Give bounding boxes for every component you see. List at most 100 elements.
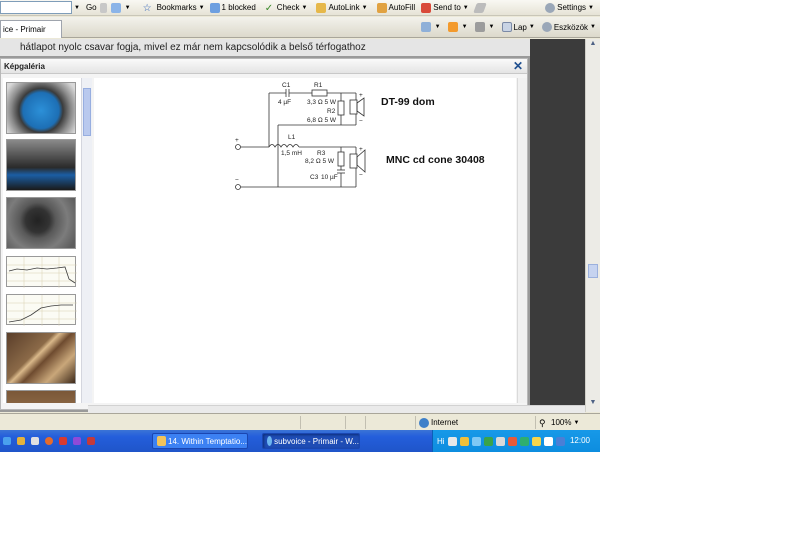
internet-zone[interactable]: Internet: [415, 416, 527, 429]
highlighter-icon[interactable]: [472, 2, 487, 13]
gear-icon: [545, 2, 556, 13]
input-minus-label: −: [235, 177, 239, 184]
tweeter-plus-label: +: [359, 92, 363, 99]
thumbnail-dome-tweeter[interactable]: [6, 197, 76, 249]
autolink-icon: [316, 2, 327, 13]
woofer-label: MNC cd cone 30408: [386, 154, 485, 166]
globe-icon: [110, 2, 121, 13]
thumbnail-wood-panel-2[interactable]: [6, 390, 76, 403]
scroll-down-icon[interactable]: ▼: [588, 399, 598, 409]
c1-label: C1: [282, 82, 291, 89]
tray-icon-3[interactable]: [471, 436, 481, 446]
thumbnail-graph-1[interactable]: [6, 256, 77, 288]
quicklaunch-app4-icon[interactable]: [87, 437, 95, 445]
google-toolbar: ▼ Go ▼ ☆ Bookmarks ▼ 1 blocked ✓ Check ▼ Aut…: [0, 0, 600, 16]
popup-blocker-icon: [209, 2, 220, 13]
print-button[interactable]: ▼: [474, 22, 495, 32]
r3-label: R3: [317, 150, 326, 157]
quicklaunch-app3-icon[interactable]: [73, 437, 81, 445]
thumbnail-graph-2[interactable]: [6, 294, 77, 326]
thumbnail-speaker-side[interactable]: [6, 139, 76, 191]
scroll-up-icon[interactable]: ▲: [588, 40, 598, 50]
pen-icon: [472, 2, 487, 13]
browser-screen: ▼ Go ▼ ☆ Bookmarks ▼ 1 blocked ✓ Check ▼ Aut…: [0, 0, 600, 452]
quicklaunch-folder-icon[interactable]: [17, 437, 25, 445]
search-dropdown-icon[interactable]: ▼: [74, 5, 80, 11]
tray-icon-6[interactable]: [507, 436, 517, 446]
thumbnail-speaker-blue[interactable]: [6, 82, 76, 134]
taskbar-clock[interactable]: 12:00: [570, 436, 590, 445]
task-browser[interactable]: subvoice - Primair - W...: [262, 433, 360, 449]
windows-taskbar: 14. Within Temptatio... subvoice - Prima…: [0, 430, 600, 452]
command-bar: ▼ ▼ ▼ Lap ▼ Eszközök ▼: [420, 22, 600, 32]
settings-button[interactable]: Settings ▼: [545, 2, 594, 13]
tab-subvoice[interactable]: ice - Primair: [0, 19, 62, 38]
zoom-control[interactable]: ⚲ 100% ▼: [535, 416, 600, 429]
page-label: Lap: [513, 22, 527, 32]
graph-1-preview: [7, 257, 77, 288]
tray-icon-2[interactable]: [459, 436, 469, 446]
dark-page-margin: [530, 39, 585, 412]
quicklaunch-media-icon[interactable]: [45, 437, 53, 445]
tweeter-label: DT-99 dom: [381, 96, 435, 108]
pagerank-icon[interactable]: ▼: [110, 2, 131, 13]
tools-menu[interactable]: Eszközök ▼: [541, 22, 596, 32]
tray-icon-7[interactable]: [519, 436, 529, 446]
gallery-title: Képgaléria: [4, 62, 45, 71]
woofer-plus-label: +: [359, 146, 363, 153]
viewer-scrollbar[interactable]: [517, 78, 527, 403]
home-button[interactable]: ▼: [420, 22, 441, 32]
page-menu[interactable]: Lap ▼: [501, 22, 535, 32]
popup-blocked-button[interactable]: 1 blocked: [209, 2, 256, 13]
l1-label: L1: [288, 134, 296, 141]
bookmarks-button[interactable]: ☆ Bookmarks ▼: [142, 2, 205, 14]
tab-label: ice - Primair: [3, 24, 46, 34]
page-scrollbar[interactable]: ▲ ▼: [585, 39, 600, 412]
winamp-icon: [157, 436, 166, 446]
tray-icon-5[interactable]: [495, 436, 505, 446]
autofill-button[interactable]: AutoFill: [376, 2, 415, 13]
quicklaunch-ie-icon[interactable]: [3, 437, 11, 445]
zoom-icon: ⚲: [539, 417, 546, 428]
graph-2-preview: [7, 295, 77, 326]
c1-value: 4 µF: [278, 99, 291, 106]
tray-icon-4[interactable]: [483, 436, 493, 446]
quicklaunch-app2-icon[interactable]: [59, 437, 67, 445]
sendto-label: Send to: [433, 3, 461, 12]
sendto-button[interactable]: Send to ▼: [421, 2, 469, 13]
tray-icon-1[interactable]: [447, 436, 457, 446]
feeds-button[interactable]: ▼: [447, 22, 468, 32]
c3-label: C3: [310, 174, 319, 181]
tweeter-minus-label: −: [359, 118, 363, 125]
quicklaunch-app-icon[interactable]: [31, 437, 39, 445]
page-horizontal-scrollbar[interactable]: [88, 405, 585, 413]
status-cell: [365, 416, 415, 429]
thumbnail-scroll-thumb[interactable]: [83, 88, 91, 136]
autolink-button[interactable]: AutoLink ▼: [316, 2, 368, 13]
autofill-icon: [376, 2, 387, 13]
check-button[interactable]: ✓ Check ▼: [265, 3, 308, 14]
language-indicator[interactable]: Hi: [437, 437, 445, 446]
printer-icon: [474, 22, 485, 32]
scrollbar-thumb[interactable]: [588, 264, 598, 278]
bluetooth-icon[interactable]: [555, 436, 565, 446]
thumbnail-wood-panels[interactable]: [6, 332, 76, 384]
input-plus-terminal: [235, 144, 241, 150]
thumbnail-scrollbar[interactable]: [81, 78, 92, 403]
tray-icon-9[interactable]: [543, 436, 553, 446]
go-button[interactable]: Go: [86, 3, 97, 12]
status-cell: [300, 416, 345, 429]
tools-gear-icon: [541, 22, 552, 32]
sendto-icon: [421, 2, 432, 13]
search-options-icon[interactable]: [99, 2, 109, 13]
schematic-wires: [235, 89, 366, 190]
star-icon: ☆: [142, 2, 152, 14]
go-label: Go: [85, 3, 97, 12]
toolbar-search-input[interactable]: [0, 1, 72, 14]
globe-zone-icon: [419, 417, 429, 428]
task-winamp[interactable]: 14. Within Temptatio...: [152, 433, 248, 449]
close-icon[interactable]: ✕: [512, 60, 524, 72]
tray-icon-8[interactable]: [531, 436, 541, 446]
l1-value: 1,5 mH: [281, 150, 302, 157]
bookmarks-label: Bookmarks: [156, 3, 197, 12]
